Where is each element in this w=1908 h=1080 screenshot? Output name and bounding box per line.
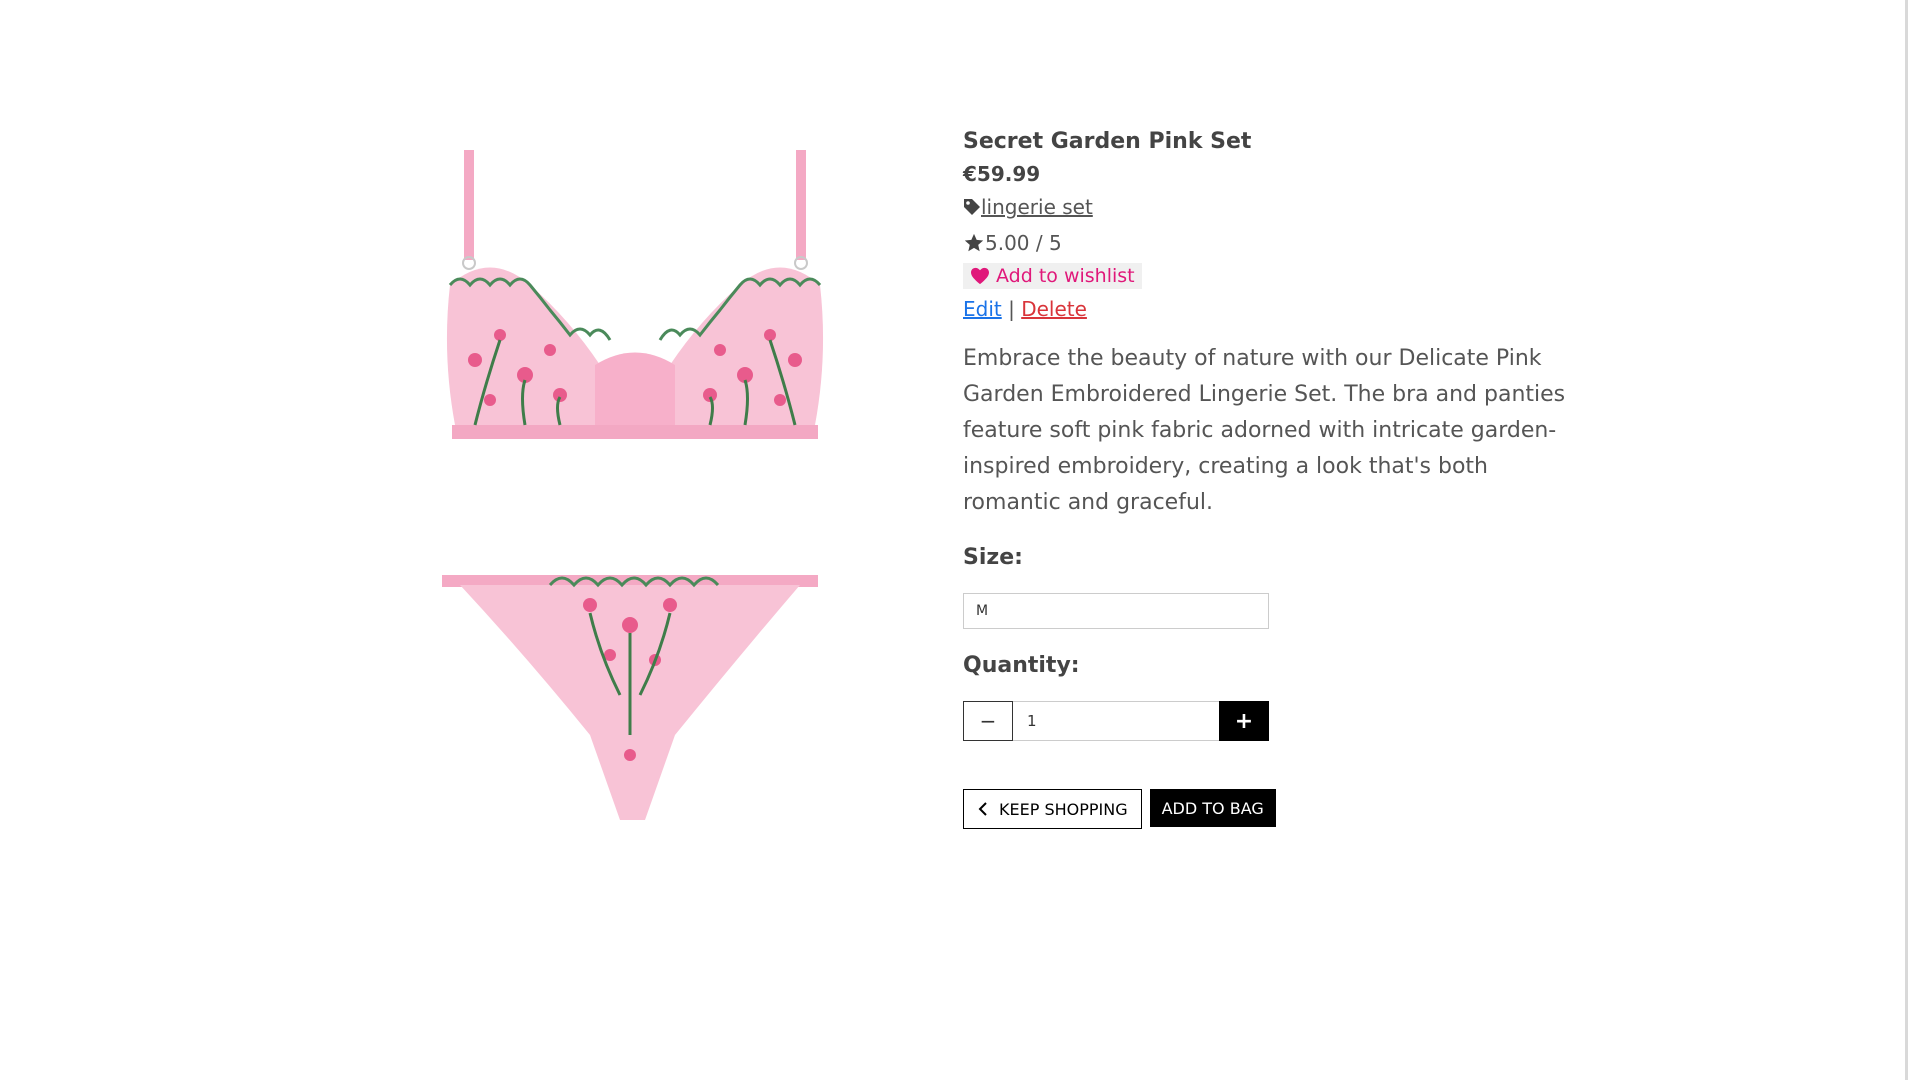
category-row: lingerie set (963, 189, 1583, 225)
wishlist-label: Add to wishlist (996, 265, 1135, 287)
bra-strap-left (464, 150, 474, 260)
product-description: Embrace the beauty of nature with our De… (963, 346, 1566, 515)
keep-shopping-button[interactable]: KEEP SHOPPING (963, 789, 1142, 829)
category-link[interactable]: lingerie set (981, 189, 1093, 225)
quantity-input[interactable]: 1 (1013, 701, 1219, 741)
star-icon (964, 233, 984, 252)
quantity-label: Quantity: (963, 653, 1080, 678)
product-image (430, 135, 830, 835)
chevron-left-icon (978, 802, 987, 816)
size-select[interactable]: M (963, 593, 1269, 629)
heart-icon (971, 267, 989, 285)
lingerie-set-illustration (442, 150, 824, 820)
rating-row: 5.00 / 5 (963, 225, 1583, 261)
product-price: €59.99 (963, 162, 1041, 186)
admin-actions: Edit | Delete (963, 291, 1583, 327)
bra-cup-right (665, 267, 824, 435)
bra-band (452, 425, 818, 439)
rating-value: 5.00 / 5 (985, 231, 1062, 255)
bra-cup-left (446, 267, 605, 435)
quantity-stepper: − 1 + (963, 701, 1269, 741)
keep-shopping-label: KEEP SHOPPING (999, 799, 1128, 819)
add-to-wishlist-button[interactable]: Add to wishlist (963, 263, 1142, 289)
edit-link[interactable]: Edit (963, 297, 1002, 321)
decrement-button[interactable]: − (963, 701, 1013, 741)
product-detail-page: Secret Garden Pink Set €59.99 lingerie s… (0, 0, 1908, 1080)
action-buttons: KEEP SHOPPING ADD TO BAG (963, 789, 1583, 829)
product-info: Secret Garden Pink Set €59.99 lingerie s… (963, 125, 1583, 829)
product-title: Secret Garden Pink Set (963, 129, 1252, 154)
separator: | (1008, 297, 1015, 321)
tag-icon (964, 199, 980, 215)
delete-link[interactable]: Delete (1021, 297, 1087, 321)
add-to-bag-button[interactable]: ADD TO BAG (1149, 789, 1276, 827)
size-label: Size: (963, 545, 1023, 570)
bra-strap-right (796, 150, 806, 260)
increment-button[interactable]: + (1219, 701, 1269, 741)
